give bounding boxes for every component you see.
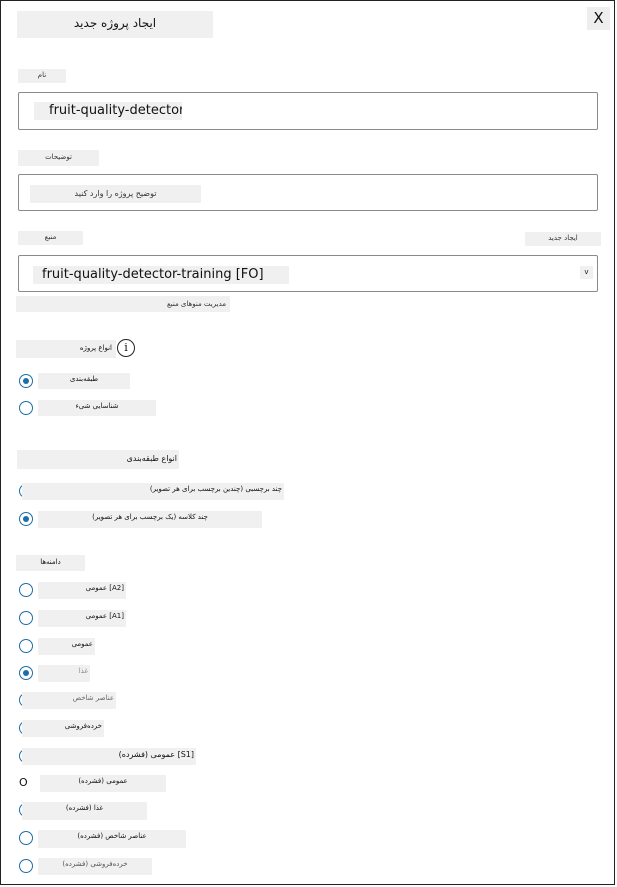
- option-label: چند برچسبی (چندین برچسب برای هر تصویر): [22, 483, 284, 500]
- name-input-value: fruit-quality-detector: [34, 102, 182, 120]
- option-label: عمومی: [38, 638, 95, 655]
- description-label: توضیحات: [18, 150, 99, 166]
- radio-domain-retail-compact[interactable]: [19, 859, 33, 873]
- option-label: عناصر شاخص: [22, 692, 116, 709]
- option-label: عناصر شاخص (فشرده): [38, 830, 186, 848]
- radio-domain-landmarks-compact[interactable]: [19, 831, 33, 845]
- option-label: عمومی (فشرده): [40, 775, 166, 792]
- chevron-down-icon: v: [580, 266, 593, 279]
- name-label: نام: [18, 69, 66, 83]
- resource-select-value: fruit-quality-detector-training [FO]: [33, 266, 289, 284]
- option-label: عمومی [A2]: [38, 582, 126, 599]
- project-types-label: انواع پروژه: [16, 340, 116, 358]
- description-input[interactable]: توضیح پروژه را وارد کنید: [18, 174, 598, 211]
- name-input[interactable]: fruit-quality-detector: [18, 92, 598, 130]
- description-placeholder: توضیح پروژه را وارد کنید: [30, 185, 201, 203]
- option-label: خرده‌فروشی: [22, 720, 104, 737]
- radio-domain-general-compact[interactable]: O: [19, 776, 29, 790]
- info-icon[interactable]: i: [117, 339, 135, 357]
- resource-select[interactable]: fruit-quality-detector-training [FO] v: [18, 255, 598, 292]
- classification-types-label: انواع طبقه‌بندی: [17, 450, 179, 469]
- option-label: غذا: [38, 665, 90, 682]
- radio-domain-general-a2[interactable]: [19, 583, 33, 597]
- radio-domain-general[interactable]: [19, 639, 33, 653]
- create-new-resource-link[interactable]: ایجاد جدید: [525, 232, 601, 246]
- close-button[interactable]: X: [587, 7, 610, 30]
- option-label: چند کلاسه (یک برچسب برای هر تصویر): [38, 511, 262, 528]
- dialog-title: ایجاد پروژه جدید: [17, 11, 213, 38]
- option-label: غذا (فشرده): [22, 802, 147, 820]
- option-label: خرده‌فروشی (فشرده): [38, 858, 152, 875]
- radio-project-type-object-detection[interactable]: [19, 401, 33, 415]
- radio-multiclass[interactable]: [19, 512, 33, 526]
- manage-resources-link[interactable]: مدیریت منوهای منبع: [16, 296, 230, 312]
- option-label: شناسایی شیء: [38, 400, 156, 416]
- resource-label: منبع: [18, 231, 83, 245]
- domains-label: دامنه‌ها: [16, 555, 85, 571]
- radio-domain-general-a1[interactable]: [19, 611, 33, 625]
- radio-project-type-classification[interactable]: [19, 374, 33, 388]
- option-label: طبقه‌بندی: [38, 373, 130, 389]
- option-label: عمومی [A1]: [38, 610, 126, 627]
- radio-domain-food[interactable]: [19, 666, 33, 680]
- option-label: عمومی (فشرده) [S1]: [22, 748, 196, 765]
